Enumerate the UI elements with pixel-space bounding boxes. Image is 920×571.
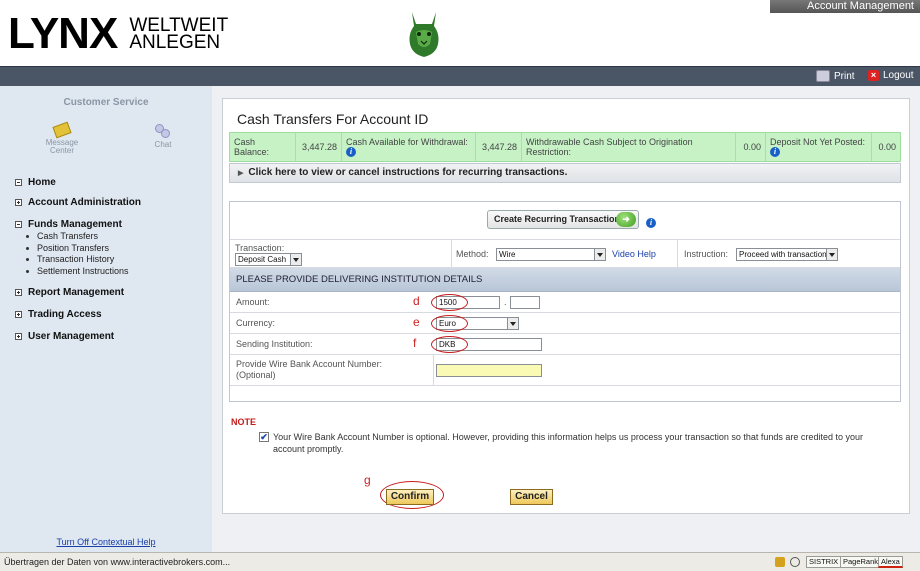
nav-settlement-instructions[interactable]: Settlement Instructions [26, 266, 205, 278]
customer-service-heading: Customer Service [63, 97, 149, 108]
info-icon[interactable]: i [646, 218, 656, 228]
expand-icon [15, 199, 22, 206]
amount-decimal-input[interactable] [510, 296, 540, 309]
recurring-transactions-link[interactable]: ▶ Click here to view or cancel instructio… [229, 163, 901, 183]
section-header: PLEASE PROVIDE DELIVERING INSTITUTION DE… [230, 268, 900, 292]
wire-account-row: Provide Wire Bank Account Number: (Optio… [230, 355, 900, 386]
logout-link[interactable]: × Logout [868, 70, 914, 81]
main-content: Cash Transfers For Account ID Cash Balan… [212, 86, 920, 552]
lynx-logo[interactable]: LYNX WELTWEIT ANLEGEN [8, 12, 228, 56]
deposit-not-posted-label: Deposit Not Yet Posted: i [766, 133, 872, 161]
balance-summary: Cash Balance: 3,447.28 Cash Available fo… [229, 132, 901, 162]
message-center-button[interactable]: Message Center [40, 121, 84, 155]
pagerank-badge[interactable]: PageRank [840, 556, 882, 568]
nav-funds-management[interactable]: Funds Management [15, 218, 205, 231]
method-label: Method: [456, 249, 489, 259]
printer-icon [816, 70, 830, 82]
alexa-badge[interactable]: Alexa [878, 556, 903, 568]
sending-institution-label: Sending Institution: [236, 339, 313, 349]
collapse-icon [15, 221, 22, 228]
nav-account-administration[interactable]: Account Administration [15, 196, 205, 209]
amount-label: Amount: [236, 297, 270, 307]
turn-off-contextual-help-link[interactable]: Turn Off Contextual Help [0, 537, 212, 547]
expand-icon [15, 311, 22, 318]
nav-trading-access[interactable]: Trading Access [15, 308, 205, 321]
funds-submenu: Cash Transfers Position Transfers Transa… [26, 231, 205, 277]
note-title: NOTE [231, 417, 257, 427]
method-select[interactable]: Wire [496, 248, 606, 261]
annotation-marker-d: d [413, 294, 420, 308]
brand-tagline: WELTWEIT ANLEGEN [129, 15, 229, 53]
wire-account-label: Provide Wire Bank Account Number: (Optio… [236, 359, 383, 380]
chevron-down-icon [826, 249, 837, 260]
deposit-not-posted-value: 0.00 [878, 142, 896, 152]
highlight-oval [431, 294, 468, 311]
chevron-down-icon [507, 318, 518, 329]
logout-icon: × [868, 70, 879, 81]
message-center-icon [52, 121, 72, 139]
cash-available-label: Cash Available for Withdrawal: i [342, 133, 476, 161]
info-icon[interactable]: i [346, 147, 356, 158]
chevron-down-icon [594, 249, 605, 260]
top-toolbar: Print × Logout [0, 66, 920, 86]
magnifier-icon[interactable] [790, 557, 800, 567]
video-help-link[interactable]: Video Help [612, 249, 656, 259]
expand-icon [15, 333, 22, 340]
transaction-label: Transaction: [235, 243, 285, 253]
chat-icon [155, 124, 171, 138]
transaction-select[interactable]: Deposit Cash [235, 253, 302, 266]
cancel-button[interactable]: Cancel [510, 489, 553, 505]
instruction-label: Instruction: [684, 249, 729, 259]
amount-row: Amount: d 1500 . [230, 292, 900, 313]
annotation-marker-f: f [413, 336, 417, 350]
browser-status-bar: Übertragen der Daten von www.interactive… [0, 552, 920, 571]
highlight-oval [431, 336, 468, 353]
nav-user-management[interactable]: User Management [15, 330, 205, 343]
account-management-label: Account Management [770, 0, 920, 13]
nav-report-management[interactable]: Report Management [15, 286, 205, 299]
create-recurring-row: Create Recurring Transaction ➜ i [230, 202, 900, 240]
withdrawable-label: Withdrawable Cash Subject to Origination… [522, 133, 736, 161]
print-link[interactable]: Print [816, 70, 855, 82]
page-title: Cash Transfers For Account ID [237, 111, 429, 127]
header: LYNX WELTWEIT ANLEGEN Account Management [0, 0, 920, 66]
cash-available-value: 3,447.28 [476, 133, 522, 161]
chat-button[interactable]: Chat [145, 124, 181, 149]
collapse-icon [15, 179, 22, 186]
currency-row: Currency: e Euro [230, 313, 900, 334]
sidebar-nav: Home Account Administration Funds Manage… [15, 176, 205, 343]
brand-name: LYNX [8, 9, 118, 58]
cash-balance-value: 3,447.28 [296, 133, 342, 161]
transaction-options-row: Transaction: Deposit Cash Method: Wire V… [230, 240, 900, 268]
sending-institution-row: Sending Institution: f DKB [230, 334, 900, 355]
chevron-down-icon [290, 254, 301, 265]
info-icon[interactable]: i [770, 147, 780, 158]
note-checkbox[interactable]: ✔ [259, 432, 269, 442]
annotation-marker-g: g [364, 473, 371, 487]
instruction-select[interactable]: Proceed with transaction [736, 248, 838, 261]
withdrawable-value: 0.00 [736, 133, 766, 161]
nav-cash-transfers[interactable]: Cash Transfers [26, 231, 205, 243]
note-text: Your Wire Bank Account Number is optiona… [273, 432, 863, 454]
expand-icon [15, 289, 22, 296]
cash-transfer-panel: Cash Transfers For Account ID Cash Balan… [222, 98, 910, 514]
create-recurring-transaction-button[interactable]: Create Recurring Transaction ➜ [487, 210, 639, 229]
status-text: Übertragen der Daten von www.interactive… [4, 557, 231, 567]
arrow-right-icon: ➜ [616, 212, 636, 227]
triangle-right-icon: ▶ [238, 170, 244, 177]
nav-home[interactable]: Home [15, 176, 205, 189]
cash-balance-label: Cash Balance: [230, 133, 296, 161]
highlight-oval [431, 315, 468, 332]
sistrix-badge[interactable]: SISTRIX [806, 556, 842, 568]
nav-position-transfers[interactable]: Position Transfers [26, 243, 205, 255]
currency-label: Currency: [236, 318, 276, 328]
confirm-button[interactable]: Confirm [386, 489, 434, 505]
lynx-mascot-icon [409, 12, 439, 57]
transfer-form: Create Recurring Transaction ➜ i Transac… [229, 201, 901, 402]
annotation-marker-e: e [413, 315, 420, 329]
sidebar: Customer Service Message Center Chat Hom… [0, 86, 212, 552]
wire-account-input[interactable] [436, 364, 542, 377]
lock-icon [775, 557, 785, 567]
nav-transaction-history[interactable]: Transaction History [26, 254, 205, 266]
